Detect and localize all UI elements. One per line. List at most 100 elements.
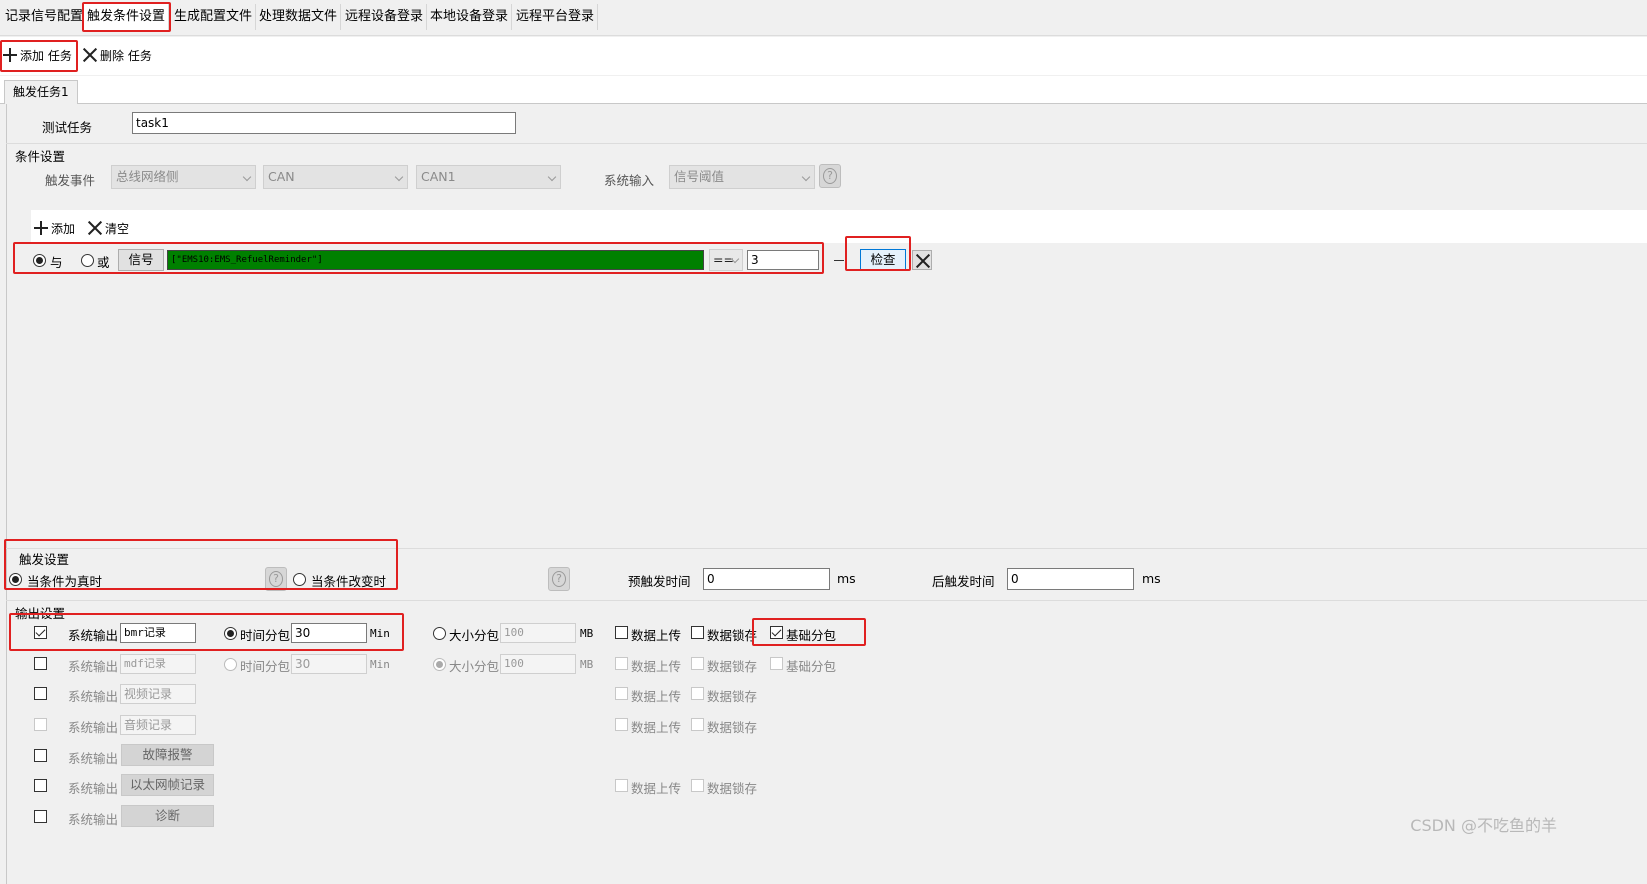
basic-split-checkbox[interactable] — [770, 626, 783, 639]
output-enable-checkbox[interactable] — [34, 626, 47, 639]
task-name-input[interactable]: task1 — [132, 112, 516, 134]
size-split-radio[interactable] — [433, 658, 446, 671]
output-enable-checkbox[interactable] — [34, 749, 47, 762]
data-upload-checkbox[interactable] — [615, 687, 628, 700]
output-name-field[interactable]: 视频记录 — [120, 684, 196, 704]
data-upload-label: 数据上传 — [631, 720, 682, 735]
diagnostics-button[interactable]: 诊断 — [121, 805, 214, 827]
chevron-down-icon — [242, 172, 252, 182]
output-enable-checkbox[interactable] — [34, 718, 47, 731]
output-name-field[interactable]: mdf记录 — [120, 654, 196, 674]
size-split-radio[interactable] — [433, 627, 446, 640]
data-lock-checkbox[interactable] — [691, 687, 704, 700]
data-upload-checkbox[interactable] — [615, 626, 628, 639]
time-split-input[interactable]: 30 — [291, 623, 367, 643]
channel-select[interactable]: CAN1 — [416, 165, 561, 189]
data-lock-label: 数据锁存 — [707, 781, 758, 796]
watermark: CSDN @不吃鱼的羊 — [1410, 816, 1557, 835]
tab-trigger-task-1[interactable]: 触发任务1 — [4, 80, 78, 104]
clear-condition-label: 清空 — [105, 222, 130, 236]
system-input-value: 信号阈值 — [674, 169, 725, 184]
output-enable-checkbox[interactable] — [34, 687, 47, 700]
tab-generate-config[interactable]: 生成配置文件 — [171, 4, 257, 30]
basic-split-checkbox[interactable] — [770, 657, 783, 670]
delete-task-button[interactable]: 删除 任务 — [82, 45, 152, 67]
system-output-label: 系统输出 — [68, 659, 119, 674]
system-input-label: 系统输入 — [604, 173, 655, 188]
signal-field[interactable]: ["EMS10:EMS_RefuelReminder"] — [167, 250, 704, 270]
output-name-field[interactable]: 音频记录 — [120, 715, 196, 735]
or-radio[interactable] — [81, 254, 94, 267]
ethernet-frame-record-button[interactable]: 以太网帧记录 — [121, 774, 214, 796]
tab-local-device-login[interactable]: 本地设备登录 — [427, 4, 513, 30]
data-lock-label: 数据锁存 — [707, 689, 758, 704]
size-split-label: 大小分包 — [449, 628, 500, 643]
data-lock-checkbox[interactable] — [691, 718, 704, 731]
trigger-settings-title: 触发设置 — [19, 552, 70, 567]
when-true-help-button[interactable]: ? — [265, 567, 287, 591]
when-true-radio[interactable] — [9, 573, 22, 586]
output-enable-checkbox[interactable] — [34, 810, 47, 823]
data-upload-checkbox[interactable] — [615, 657, 628, 670]
output-name-field[interactable]: bmr记录 — [120, 623, 196, 643]
and-radio[interactable] — [33, 254, 46, 267]
data-lock-checkbox[interactable] — [691, 657, 704, 670]
tab-remote-platform-login[interactable]: 远程平台登录 — [513, 4, 599, 30]
operator-select[interactable]: == — [709, 249, 743, 271]
delete-condition-button[interactable] — [912, 250, 932, 270]
data-upload-checkbox[interactable] — [615, 718, 628, 731]
time-split-radio[interactable] — [224, 627, 237, 640]
data-upload-checkbox[interactable] — [615, 779, 628, 792]
time-split-label: 时间分包 — [240, 628, 291, 643]
size-split-input[interactable]: 100 — [500, 623, 576, 643]
pre-trigger-label: 预触发时间 — [628, 574, 691, 589]
threshold-input[interactable]: 3 — [747, 250, 819, 270]
post-trigger-label: 后触发时间 — [932, 574, 995, 589]
post-trigger-input[interactable]: 0 — [1007, 568, 1134, 590]
data-lock-checkbox[interactable] — [691, 626, 704, 639]
add-condition-button[interactable]: 添加 — [33, 218, 75, 240]
chevron-down-icon — [801, 172, 811, 182]
pre-trigger-input[interactable]: 0 — [703, 568, 830, 590]
delete-task-label: 删除 任务 — [100, 49, 152, 63]
when-true-label: 当条件为真时 — [27, 574, 103, 589]
data-upload-label: 数据上传 — [631, 781, 682, 796]
and-label: 与 — [50, 255, 63, 270]
row-separator — [834, 260, 844, 261]
size-split-input[interactable]: 100 — [500, 654, 576, 674]
data-upload-label: 数据上传 — [631, 628, 682, 643]
tab-record-signal-config[interactable]: 记录信号配置 — [2, 4, 88, 30]
system-input-select[interactable]: 信号阈值 — [669, 165, 815, 189]
chevron-down-icon — [547, 172, 557, 182]
output-enable-checkbox[interactable] — [34, 657, 47, 670]
trigger-event-label: 触发事件 — [45, 173, 96, 188]
check-button[interactable]: 检查 — [860, 249, 906, 271]
tab-remote-device-login[interactable]: 远程设备登录 — [342, 4, 428, 30]
clear-condition-button[interactable]: 清空 — [87, 218, 129, 240]
time-split-unit: Min — [370, 627, 390, 640]
plus-icon — [33, 220, 49, 236]
bus-type-select[interactable]: CAN — [263, 165, 408, 189]
data-upload-label: 数据上传 — [631, 659, 682, 674]
help-icon: ? — [269, 571, 283, 587]
time-split-unit: Min — [370, 658, 390, 671]
time-split-radio[interactable] — [224, 658, 237, 671]
system-output-label: 系统输出 — [68, 689, 119, 704]
tab-process-data[interactable]: 处理数据文件 — [256, 4, 342, 30]
output-enable-checkbox[interactable] — [34, 779, 47, 792]
when-changed-radio[interactable] — [293, 573, 306, 586]
when-changed-help-button[interactable]: ? — [548, 567, 570, 591]
basic-split-label: 基础分包 — [786, 659, 837, 674]
fault-alarm-button[interactable]: 故障报警 — [121, 744, 214, 766]
top-tab-bar: 记录信号配置 触发条件设置 生成配置文件 处理数据文件 远程设备登录 本地设备登… — [0, 0, 1647, 36]
trigger-event-select[interactable]: 总线网络侧 — [111, 165, 256, 189]
signal-button[interactable]: 信号 — [118, 249, 164, 271]
time-split-label: 时间分包 — [240, 659, 291, 674]
add-task-button[interactable]: 添加 任务 — [2, 45, 72, 67]
condition-help-button[interactable]: ? — [819, 164, 841, 188]
pre-trigger-unit: ms — [837, 571, 856, 586]
tab-trigger-condition[interactable]: 触发条件设置 — [84, 4, 170, 30]
data-lock-checkbox[interactable] — [691, 779, 704, 792]
time-split-input[interactable]: 30 — [291, 654, 367, 674]
trigger-event-value: 总线网络侧 — [116, 169, 179, 184]
